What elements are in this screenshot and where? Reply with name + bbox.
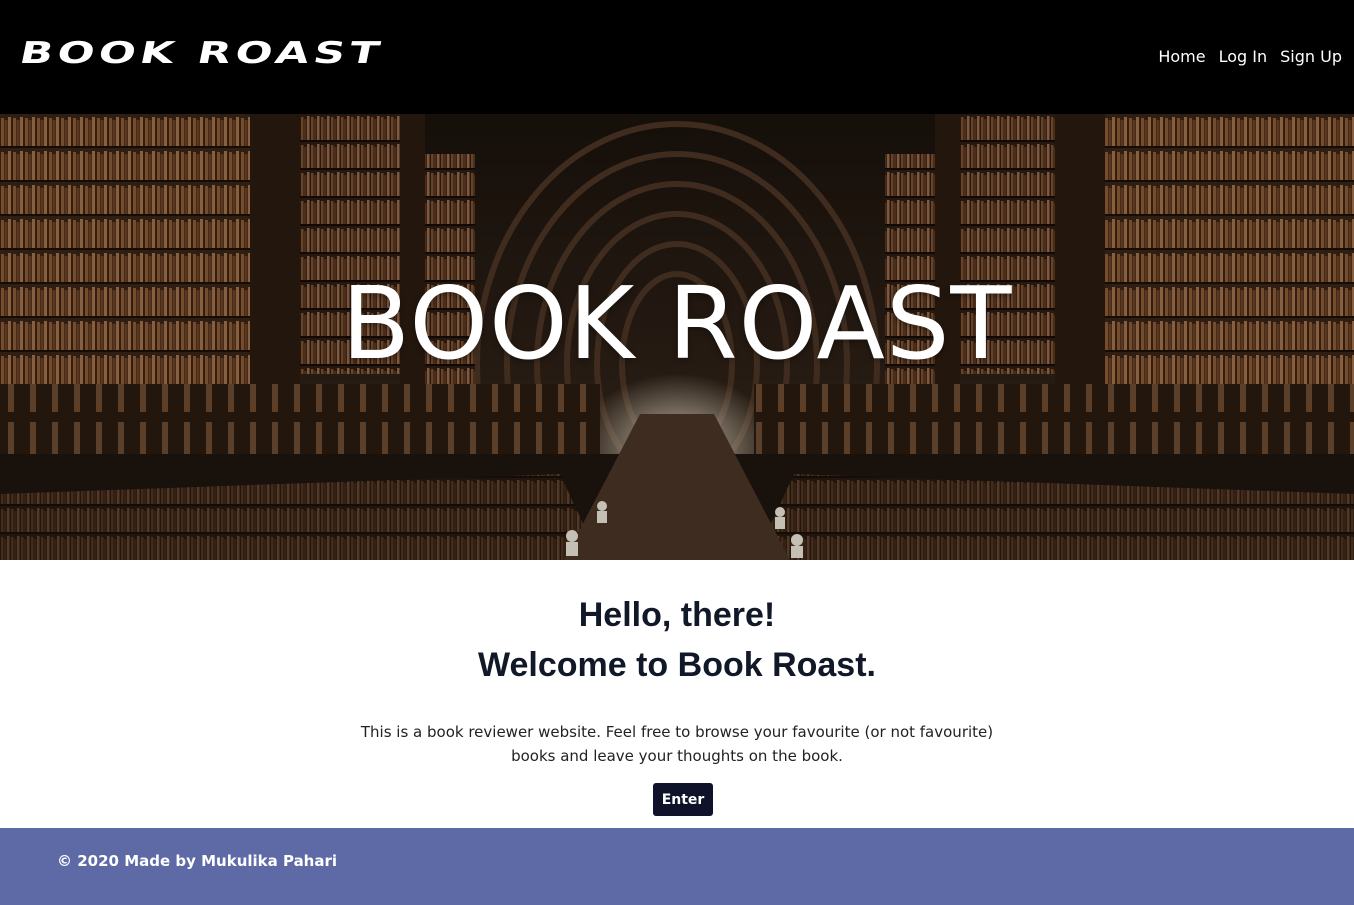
footer-credit: © 2020 Made by Mukulika Pahari bbox=[57, 852, 338, 870]
site-description: This is a book reviewer website. Feel fr… bbox=[360, 723, 994, 765]
nav-login-link[interactable]: Log In bbox=[1219, 47, 1268, 66]
hero-title: BOOK ROAST bbox=[341, 265, 1013, 382]
enter-button[interactable]: Enter bbox=[653, 783, 713, 816]
welcome-section: Hello, there! Welcome to Book Roast. Thi… bbox=[0, 560, 1354, 828]
nav-links: Home Log In Sign Up bbox=[1158, 47, 1342, 66]
navbar: BOOK ROAST Home Log In Sign Up bbox=[0, 0, 1354, 114]
brand-logo[interactable]: BOOK ROAST bbox=[16, 35, 387, 71]
greeting-heading: Hello, there! bbox=[578, 596, 776, 634]
welcome-heading: Welcome to Book Roast. bbox=[478, 646, 876, 684]
nav-home-link[interactable]: Home bbox=[1158, 47, 1205, 66]
footer: © 2020 Made by Mukulika Pahari bbox=[0, 828, 1354, 905]
hero-banner: BOOK ROAST bbox=[0, 114, 1354, 560]
nav-signup-link[interactable]: Sign Up bbox=[1280, 47, 1342, 66]
